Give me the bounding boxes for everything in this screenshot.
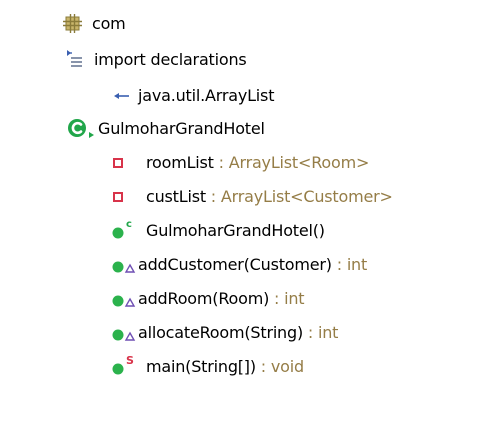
constructor-name: GulmoharGrandHotel() — [146, 221, 325, 240]
field-type: ArrayList<Room> — [228, 153, 370, 172]
public-static-method-icon: S — [110, 354, 138, 380]
field-name: custList — [146, 187, 206, 206]
type-separator: : — [205, 187, 221, 206]
return-type: int — [317, 323, 339, 342]
tree-item-import[interactable]: java.util.ArrayList — [110, 83, 274, 109]
return-type: int — [284, 289, 305, 308]
private-field-icon — [110, 150, 134, 176]
type-separator: : — [255, 357, 271, 376]
public-method-icon — [110, 320, 138, 346]
type-separator: : — [213, 153, 229, 172]
public-class-icon — [66, 116, 96, 142]
tree-item-import-declarations[interactable]: import declarations — [60, 47, 247, 73]
tree-item-package[interactable]: com — [60, 11, 126, 37]
public-method-icon — [110, 252, 138, 278]
tree-item-method-addroom[interactable]: addRoom(Room) : int — [110, 286, 305, 312]
private-field-icon — [110, 184, 134, 210]
package-label: com — [92, 14, 126, 33]
return-type: int — [346, 255, 368, 274]
tree-item-constructor[interactable]: c GulmoharGrandHotel() — [110, 218, 325, 244]
import-icon — [110, 83, 132, 109]
tree-item-field-custlist[interactable]: custList : ArrayList<Customer> — [110, 184, 393, 210]
public-constructor-icon: c — [110, 218, 138, 244]
import-declarations-icon — [60, 47, 86, 73]
tree-item-method-main[interactable]: S main(String[]) : void — [110, 354, 304, 380]
tree-item-field-roomlist[interactable]: roomList : ArrayList<Room> — [110, 150, 369, 176]
package-icon — [60, 11, 86, 37]
outline-tree: com import declarations java.util.ArrayL… — [0, 0, 498, 432]
field-name: roomList — [146, 153, 214, 172]
svg-text:c: c — [126, 219, 132, 230]
svg-text:S: S — [126, 354, 134, 367]
import-declarations-label: import declarations — [94, 50, 247, 69]
class-label: GulmoharGrandHotel — [98, 119, 265, 138]
type-separator: : — [331, 255, 347, 274]
type-separator: : — [269, 289, 285, 308]
import-label: java.util.ArrayList — [138, 86, 275, 105]
method-name: allocateRoom(String) — [138, 323, 304, 342]
tree-item-method-allocateroom[interactable]: allocateRoom(String) : int — [110, 320, 338, 346]
type-separator: : — [303, 323, 318, 342]
return-type: void — [270, 357, 304, 376]
method-name: main(String[]) — [146, 357, 256, 376]
public-method-icon — [110, 286, 138, 312]
field-type: ArrayList<Customer> — [220, 187, 393, 206]
method-name: addCustomer(Customer) — [138, 255, 332, 274]
tree-item-class[interactable]: GulmoharGrandHotel — [66, 116, 265, 142]
method-name: addRoom(Room) — [138, 289, 270, 308]
tree-item-method-addcustomer[interactable]: addCustomer(Customer) : int — [110, 252, 367, 278]
